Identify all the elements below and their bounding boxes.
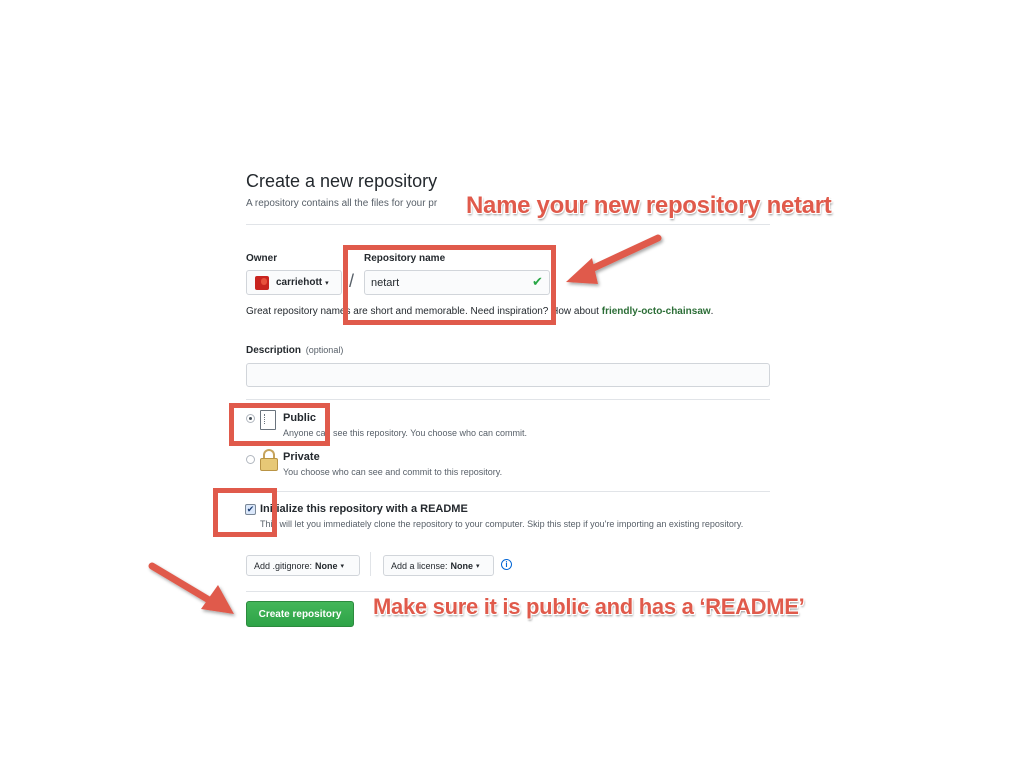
owner-label: Owner bbox=[246, 253, 278, 264]
license-value: None bbox=[450, 560, 474, 571]
lock-body bbox=[260, 458, 278, 471]
suggestion-suffix: . bbox=[710, 306, 714, 317]
description-label: Description (optional) bbox=[246, 345, 343, 356]
public-radio[interactable] bbox=[246, 414, 255, 423]
description-label-text: Description bbox=[246, 345, 302, 356]
private-option-desc: You choose who can see and commit to thi… bbox=[283, 467, 503, 477]
arrow-to-create-button bbox=[148, 562, 234, 614]
caret-down-icon: ▾ bbox=[325, 279, 329, 287]
caret-down-icon: ▾ bbox=[476, 562, 480, 570]
check-icon: ✔ bbox=[532, 274, 543, 289]
name-suggestion: Great repository names are short and mem… bbox=[246, 304, 746, 319]
gitignore-select[interactable]: Add .gitignore: None ▾ bbox=[246, 555, 360, 576]
private-radio[interactable] bbox=[246, 455, 255, 464]
readme-checkbox[interactable]: ✔ bbox=[245, 504, 256, 515]
owner-select[interactable]: carriehott ▾ bbox=[246, 270, 342, 295]
caret-down-icon: ▾ bbox=[340, 562, 345, 570]
divider bbox=[246, 399, 770, 400]
create-repository-button[interactable]: Create repository bbox=[246, 601, 354, 627]
gitignore-label: Add .gitignore: bbox=[254, 560, 313, 571]
private-option-title: Private bbox=[283, 451, 320, 463]
description-input[interactable] bbox=[246, 363, 770, 387]
license-select[interactable]: Add a license: None ▾ bbox=[383, 555, 494, 576]
vertical-divider bbox=[370, 552, 371, 576]
repo-name-label: Repository name bbox=[364, 253, 446, 264]
divider bbox=[246, 591, 770, 592]
page-subtitle: A repository contains all the files for … bbox=[246, 198, 438, 209]
readme-option-desc: This will let you immediately clone the … bbox=[260, 519, 744, 529]
suggested-name-link[interactable]: friendly-octo-chainsaw bbox=[602, 306, 711, 317]
highlight-box-public bbox=[229, 403, 330, 446]
annotation-name-repo: Name your new repository netart bbox=[466, 192, 832, 219]
lock-icon bbox=[260, 449, 278, 471]
readme-option-title: Initialize this repository with a README bbox=[260, 503, 468, 515]
public-option-title: Public bbox=[283, 412, 317, 424]
license-label: Add a license: bbox=[391, 560, 448, 571]
owner-name: carriehott bbox=[276, 277, 323, 288]
arrow-to-repo-name bbox=[566, 234, 662, 284]
public-option-desc: Anyone can see this repository. You choo… bbox=[283, 428, 527, 438]
suggestion-text: Great repository names are short and mem… bbox=[246, 306, 602, 317]
info-icon[interactable]: i bbox=[501, 559, 512, 570]
divider bbox=[246, 224, 770, 225]
owner-repo-separator: / bbox=[349, 271, 355, 291]
divider bbox=[246, 491, 770, 492]
repo-icon bbox=[260, 410, 276, 430]
avatar bbox=[255, 275, 269, 290]
page-title: Create a new repository bbox=[246, 171, 438, 191]
optional-hint: (optional) bbox=[305, 345, 344, 355]
repo-name-input[interactable] bbox=[364, 270, 550, 295]
gitignore-value: None bbox=[315, 560, 338, 571]
screenshot-canvas: Create a new repository A repository con… bbox=[0, 0, 1024, 768]
annotation-public-readme: Make sure it is public and has a ‘README… bbox=[373, 594, 805, 619]
